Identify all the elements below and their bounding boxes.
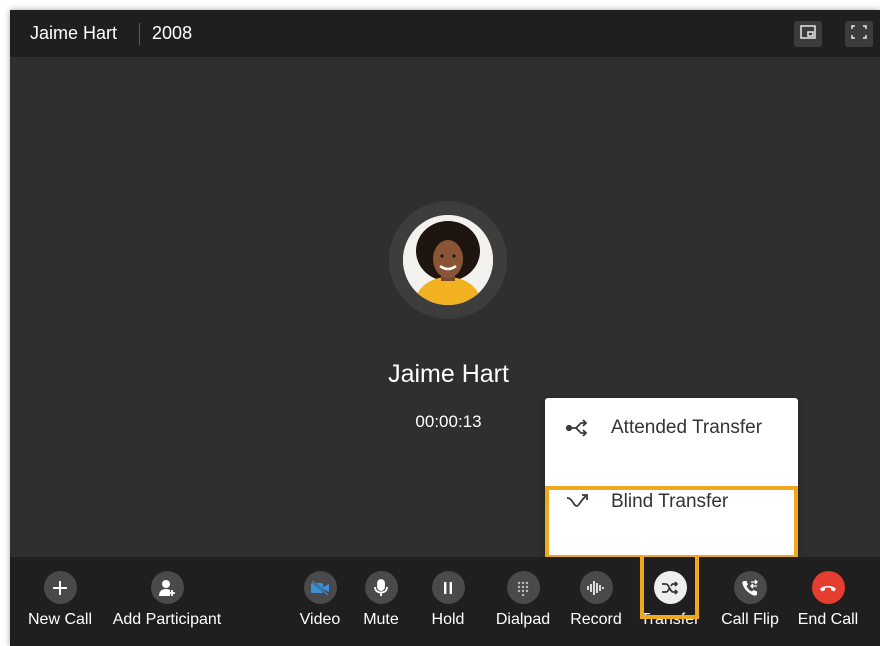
title-divider	[139, 22, 141, 45]
blind-transfer-label: Blind Transfer	[611, 491, 729, 512]
contact-extension: 2008	[152, 23, 193, 43]
fullscreen-button[interactable]	[845, 21, 873, 47]
pause-icon	[431, 571, 465, 604]
picture-in-picture-button[interactable]	[794, 21, 822, 47]
caller-name: Jaime Hart	[388, 360, 509, 388]
mute-button[interactable]: Mute	[358, 557, 404, 646]
video-off-icon	[303, 571, 337, 604]
end-call-label: End Call	[797, 611, 859, 628]
hold-label: Hold	[431, 611, 465, 628]
attended-transfer-option[interactable]: Attended Transfer	[545, 404, 798, 452]
transfer-icon	[653, 571, 687, 604]
call-flip-icon	[733, 571, 767, 604]
picture-in-picture-icon	[800, 24, 816, 44]
call-flip-label: Call Flip	[721, 611, 779, 628]
add-participant-label: Add Participant	[112, 611, 222, 628]
microphone-icon	[364, 571, 398, 604]
plus-icon	[43, 571, 77, 604]
video-label: Video	[299, 611, 341, 628]
add-participant-button[interactable]: Add Participant	[105, 557, 229, 646]
title-bar: Jaime Hart 2008	[10, 10, 880, 57]
waveform-icon	[579, 571, 613, 604]
hold-button[interactable]: Hold	[428, 557, 468, 646]
transfer-button[interactable]: Transfer	[632, 557, 708, 646]
dialpad-icon	[506, 571, 540, 604]
avatar	[403, 215, 493, 305]
transfer-menu: Attended Transfer Blind Transfer	[545, 398, 798, 562]
attended-transfer-icon	[565, 418, 595, 438]
avatar-ring	[389, 201, 507, 319]
new-call-label: New Call	[27, 611, 92, 628]
dialpad-label: Dialpad	[495, 611, 551, 628]
blind-transfer-option[interactable]: Blind Transfer	[545, 478, 798, 526]
dialpad-button[interactable]: Dialpad	[489, 557, 557, 646]
attended-transfer-label: Attended Transfer	[611, 417, 763, 438]
video-button[interactable]: Video	[294, 557, 346, 646]
call-window: Jaime Hart 2008 Jaime Hart 00:00:13 Atte…	[10, 10, 880, 646]
transfer-label: Transfer	[640, 611, 700, 628]
record-label: Record	[570, 611, 622, 628]
new-call-button[interactable]: New Call	[24, 557, 96, 646]
mute-label: Mute	[363, 611, 399, 628]
add-person-icon	[150, 571, 184, 604]
call-toolbar: New Call Add Participant Video Mute Hold…	[10, 557, 880, 646]
end-call-button[interactable]: End Call	[790, 557, 866, 646]
record-button[interactable]: Record	[564, 557, 628, 646]
call-flip-button[interactable]: Call Flip	[714, 557, 786, 646]
blind-transfer-icon	[565, 492, 595, 512]
hangup-icon	[811, 571, 845, 604]
fullscreen-icon	[851, 24, 867, 44]
contact-name: Jaime Hart	[30, 23, 118, 43]
